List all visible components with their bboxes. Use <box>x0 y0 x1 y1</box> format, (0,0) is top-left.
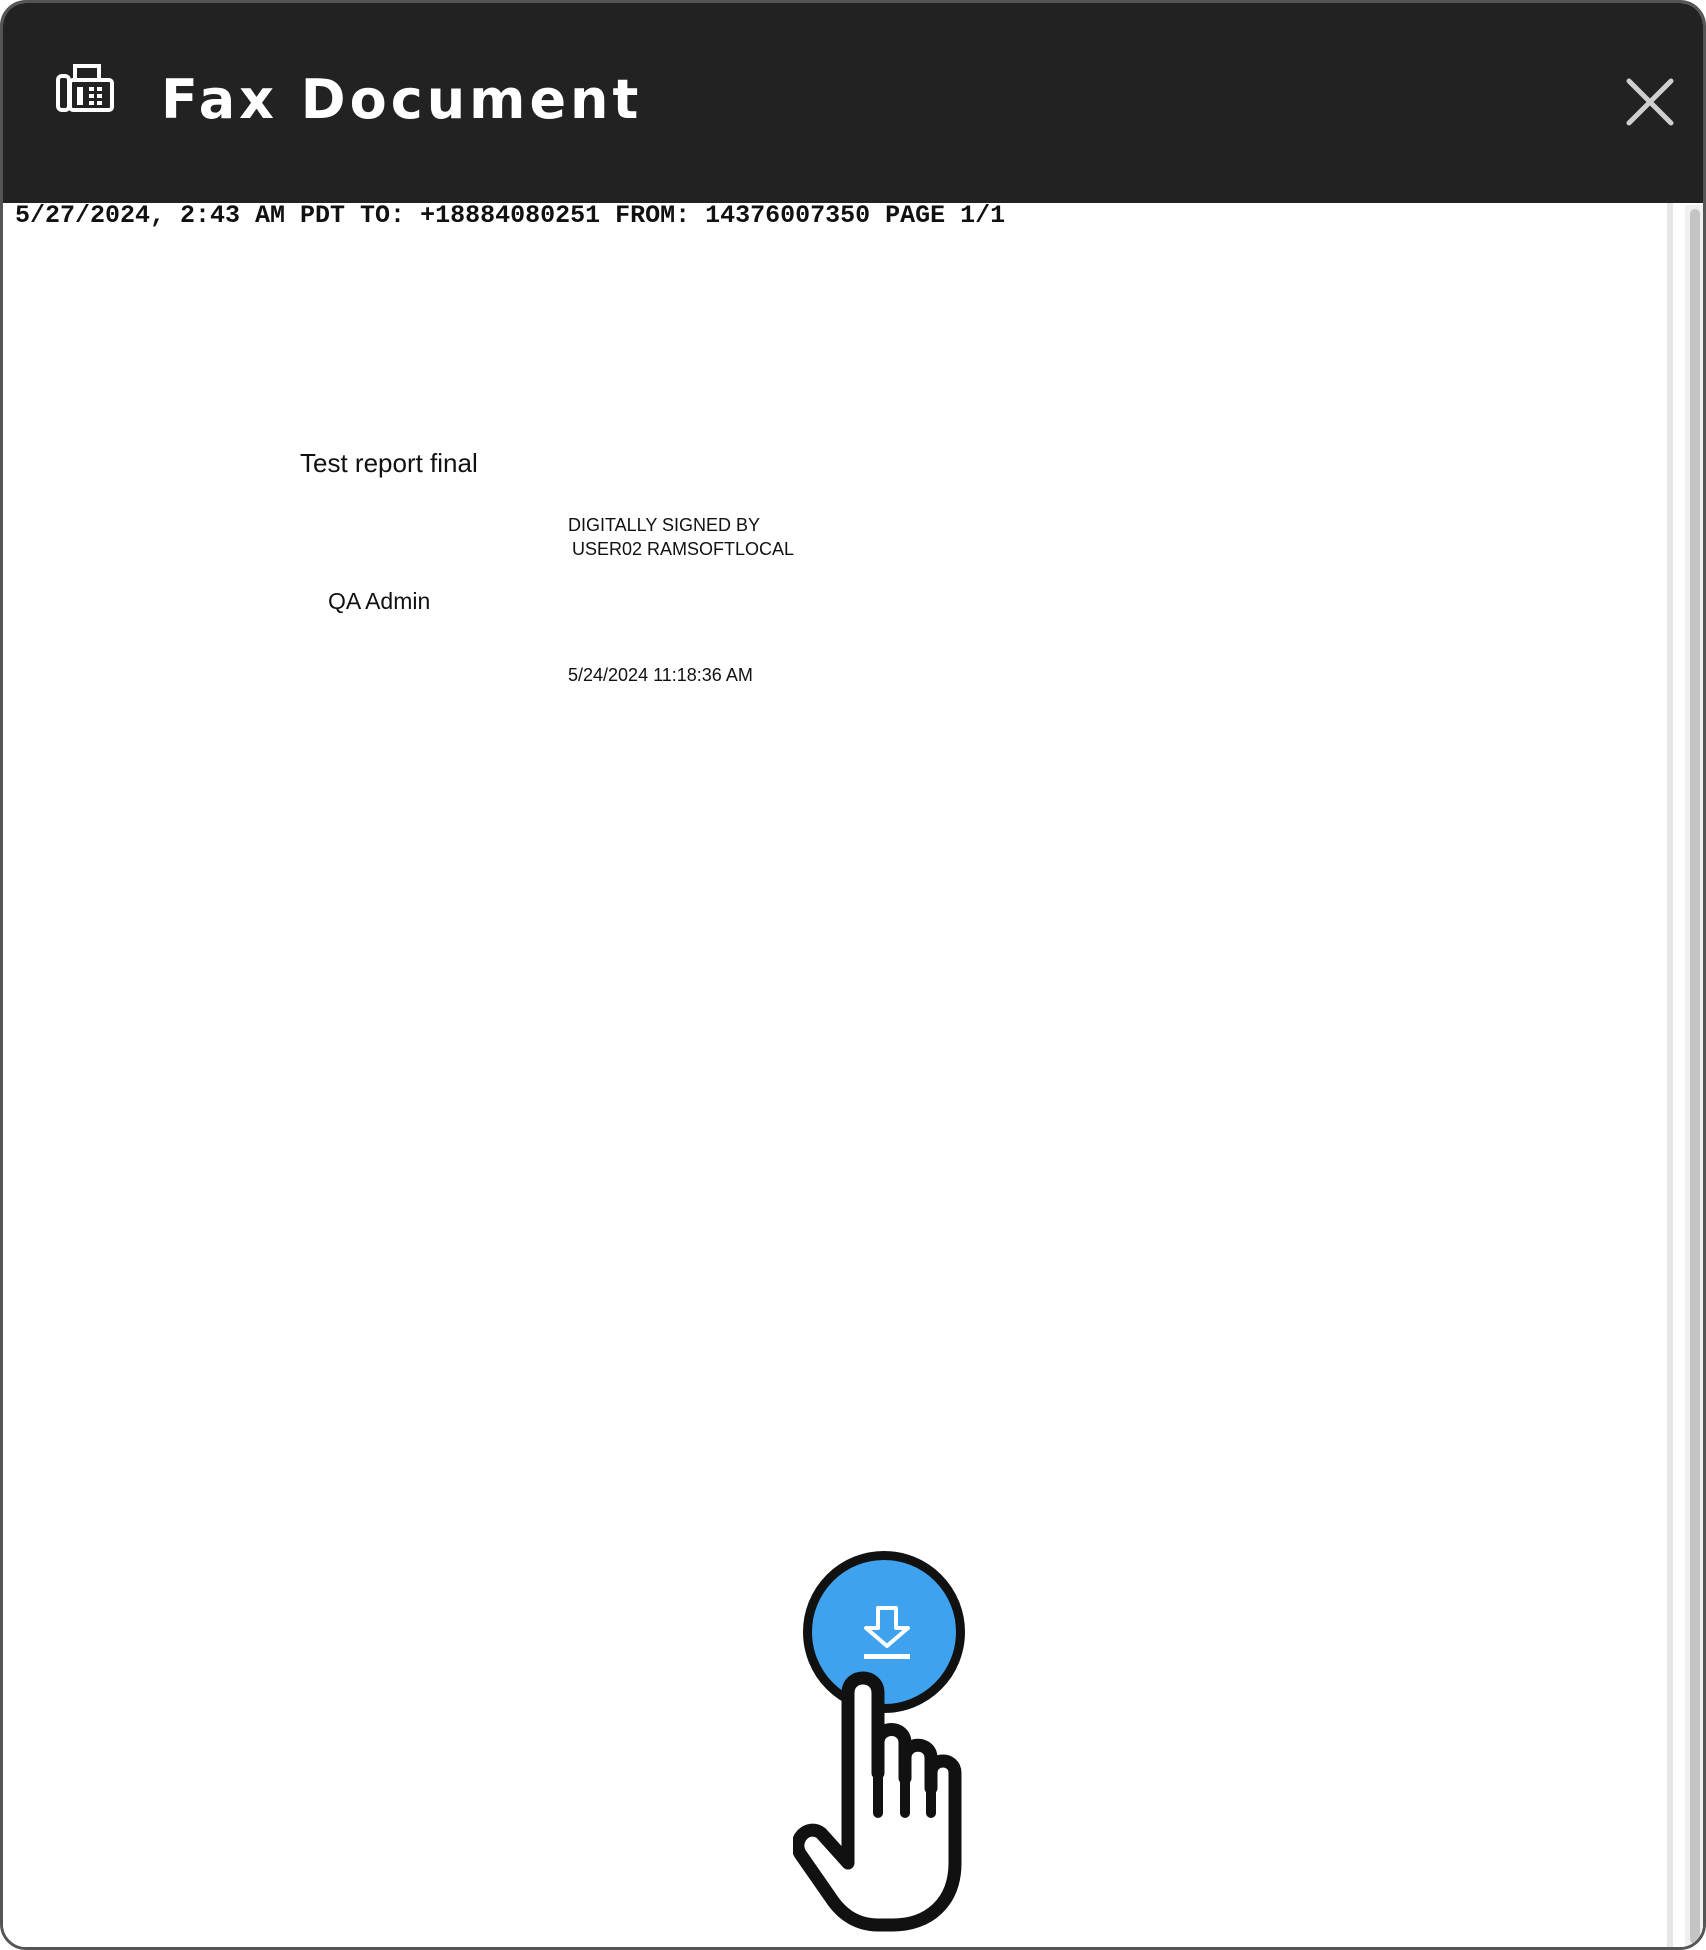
close-icon[interactable] <box>1623 75 1677 129</box>
hand-pointer-icon <box>791 1663 1023 1933</box>
download-icon <box>864 1606 910 1659</box>
signed-by-user: USER02 RAMSOFTLOCAL <box>572 539 795 559</box>
fax-document-dialog: Fax Document 5/27/2024, 2:43 AM PDT TO: … <box>0 0 1706 1950</box>
dialog-titlebar: Fax Document <box>3 3 1703 203</box>
signed-date: 5/24/2024 11:18:36 AM <box>568 665 753 685</box>
fax-header-line: 5/27/2024, 2:43 AM PDT TO: +18884080251 … <box>15 201 1006 230</box>
digital-signature-block: DIGITALLY SIGNED BY USER02 RAMSOFTLOCAL <box>568 513 794 561</box>
document-title: Test report final <box>300 448 478 478</box>
signed-by-label: DIGITALLY SIGNED BY <box>568 515 761 535</box>
vertical-scrollbar[interactable] <box>1685 205 1703 1947</box>
signer-name: QA Admin <box>328 588 431 614</box>
scrollbar-thumb[interactable] <box>1690 209 1700 1944</box>
dialog-title: Fax Document <box>161 68 643 131</box>
fax-icon <box>55 63 115 115</box>
close-button[interactable] <box>1623 75 1677 129</box>
